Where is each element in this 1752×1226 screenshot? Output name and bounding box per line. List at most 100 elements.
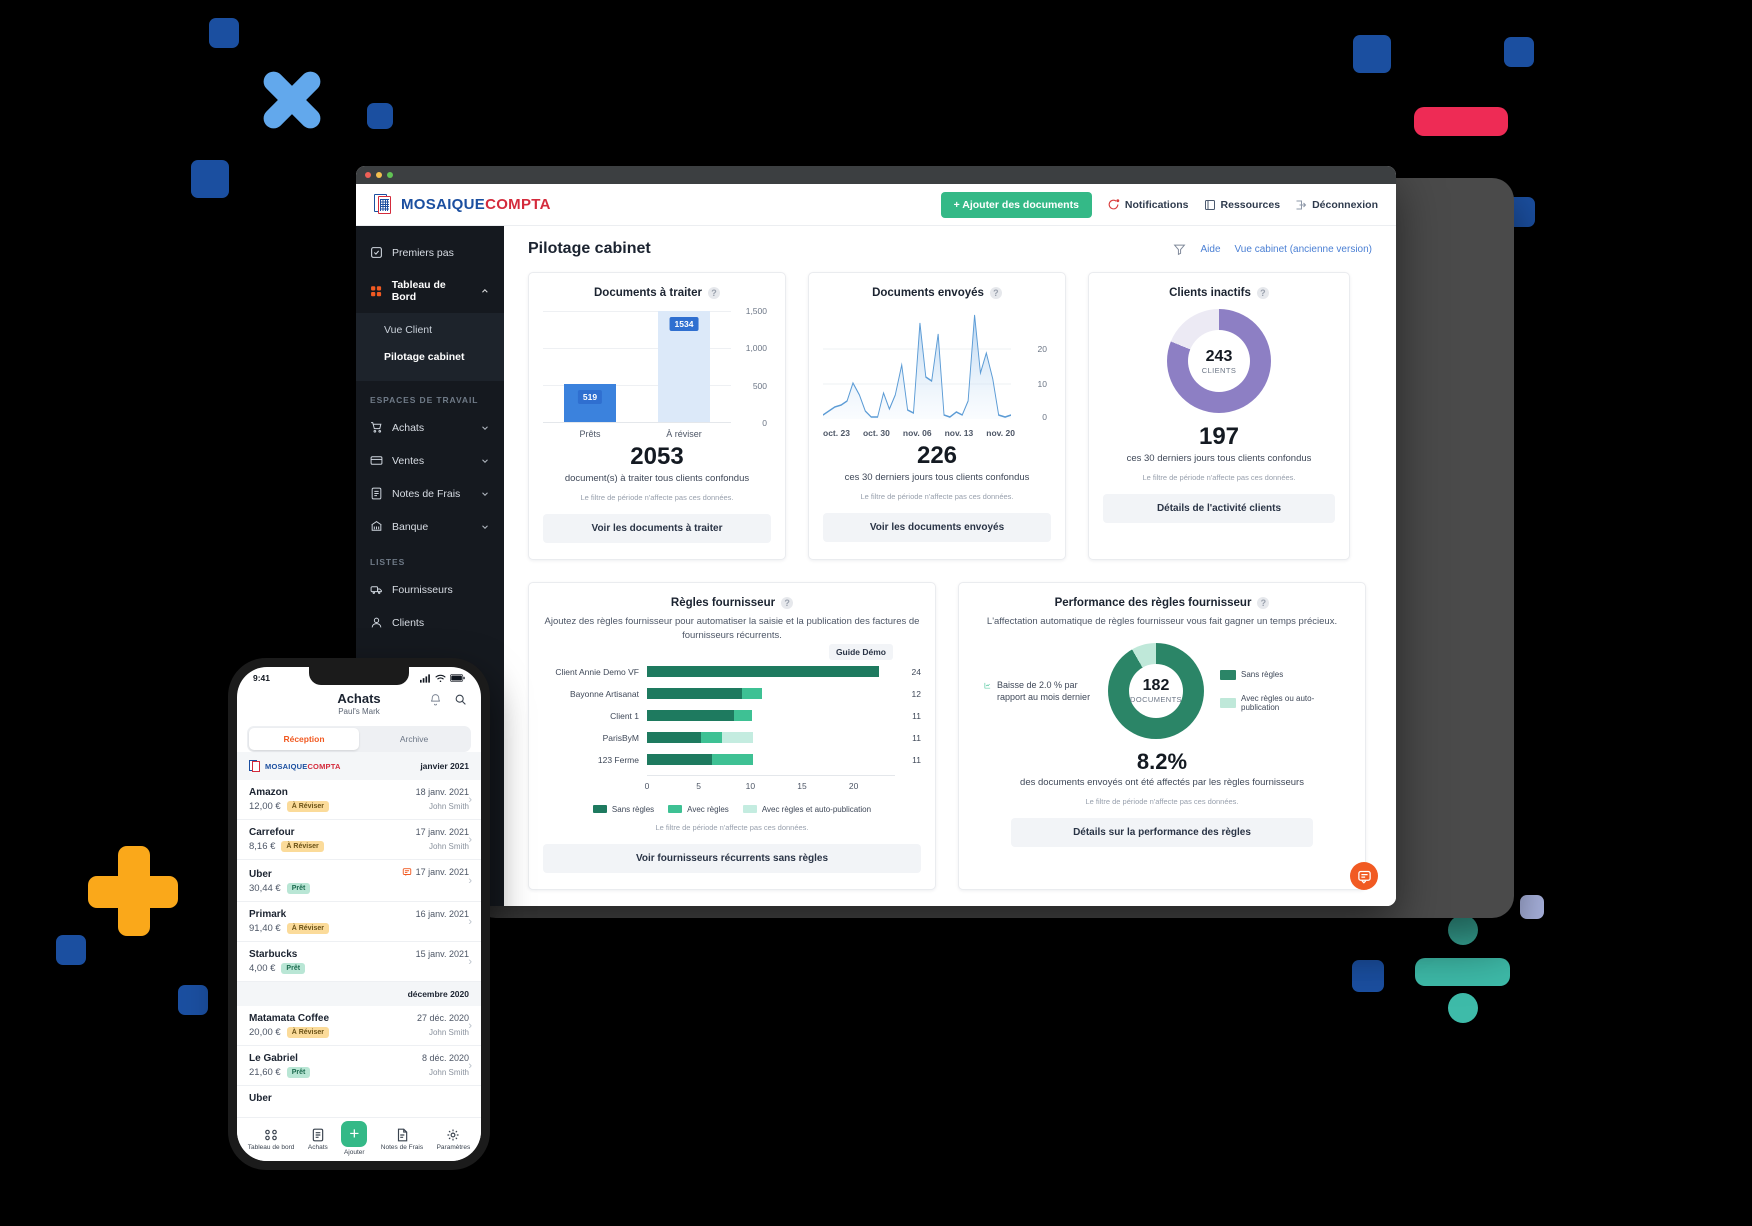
guide-demo-badge[interactable]: Guide Démo [828, 643, 893, 660]
x-tick: 5 [696, 780, 701, 791]
sidebar-item-notes-de-frais[interactable]: Notes de Frais [356, 477, 504, 510]
filter-icon[interactable] [1173, 243, 1186, 256]
bar-row[interactable]: Client 1 11 [543, 705, 921, 727]
view-documents-sent-button[interactable]: Voir les documents envoyés [823, 513, 1051, 542]
view-recurring-suppliers-button[interactable]: Voir fournisseurs récurrents sans règles [543, 843, 921, 873]
app-logo[interactable]: MOSAIQUECOMPTA [374, 193, 551, 217]
help-icon[interactable]: ? [1256, 287, 1269, 299]
amount: 91,40 € [249, 923, 281, 934]
list-item[interactable]: Amazon 18 janv. 2021 12,00 € À Réviser J… [237, 780, 481, 820]
help-icon[interactable]: ? [708, 287, 720, 299]
list-item[interactable]: Starbucks 15 janv. 2021 4,00 € Prêt › [237, 942, 481, 982]
sidebar-item-premiers-pas[interactable]: Premiers pas [356, 236, 504, 269]
tabbar-item-notes-de-frais[interactable]: Notes de Frais [381, 1128, 423, 1151]
merchant-name: Starbucks [249, 949, 298, 960]
maximize-icon[interactable] [387, 172, 393, 178]
bar-a-reviser[interactable]: 1534 [658, 311, 710, 422]
legend-label: Avec règles et auto-publication [761, 804, 872, 814]
deco-pill [1414, 107, 1508, 136]
bar-chart-x-axis: 0 5 10 15 20 [543, 774, 921, 791]
bar-row[interactable]: Bayonne Artisanat 12 [543, 683, 921, 705]
chat-bubble-icon [1357, 870, 1371, 884]
chevron-right-icon: › [468, 833, 472, 846]
list-item[interactable]: Carrefour 17 janv. 2021 8,16 € À Réviser… [237, 820, 481, 860]
check-square-icon [371, 247, 382, 258]
sidebar-item-tableau-de-bord[interactable]: Tableau de Bord [356, 269, 504, 313]
truck-icon [370, 586, 382, 595]
donut-ring[interactable]: 243 CLIENTS [1167, 309, 1271, 413]
add-documents-button[interactable]: + Ajouter des documents [940, 191, 1092, 218]
legend-label: Sans règles [611, 804, 655, 814]
rules-performance-details-button[interactable]: Détails sur la performance des règles [1010, 817, 1314, 847]
bar-chart-plot: 519 1534 [543, 311, 731, 423]
legend-item: Avec règles [668, 805, 729, 814]
y-tick: 10 [1037, 378, 1047, 389]
sidebar-item-fournisseurs[interactable]: Fournisseurs [356, 573, 504, 606]
list-item[interactable]: Uber 17 janv. 2021 30,44 € Prêt › [237, 860, 481, 902]
list-item[interactable]: Le Gabriel 8 déc. 2020 21,60 € Prêt John… [237, 1046, 481, 1086]
tab-reception[interactable]: Réception [249, 728, 359, 750]
sidebar-item-clients[interactable]: Clients [356, 606, 504, 639]
help-link[interactable]: Aide [1200, 244, 1220, 255]
tabbar-item-achats[interactable]: Achats [308, 1128, 328, 1151]
help-icon[interactable]: ? [781, 597, 794, 609]
tabbar-item-ajouter[interactable]: + Ajouter [341, 1120, 368, 1156]
sidebar-item-vue-client[interactable]: Vue Client [356, 317, 504, 343]
month-header-january: MOSAIQUECOMPTA janvier 2021 [237, 752, 481, 780]
donut-performance[interactable]: 182 DOCUMENTS [1108, 642, 1204, 739]
sidebar-item-pilotage-cabinet[interactable]: Pilotage cabinet [356, 343, 504, 371]
client-activity-details-button[interactable]: Détails de l'activité clients [1103, 494, 1335, 523]
horizontal-bar-chart: Guide Démo Client Annie Demo VF 24 Bayon… [543, 643, 921, 791]
help-icon[interactable]: ? [1257, 597, 1270, 609]
notifications-button[interactable]: Notifications [1107, 198, 1189, 211]
list-item[interactable]: Matamata Coffee 27 déc. 2020 20,00 € À R… [237, 1006, 481, 1046]
legend-label: Avec règles [687, 804, 729, 814]
kpi-value: 197 [1198, 423, 1240, 450]
deco-square [191, 160, 229, 198]
assigned-user: John Smith [428, 1068, 469, 1077]
assigned-user: John Smith [428, 802, 469, 811]
chat-fab-button[interactable] [1350, 862, 1378, 890]
month-header-december: décembre 2020 [237, 982, 481, 1006]
amount: 21,60 € [249, 1067, 281, 1078]
x-label: nov. 13 [944, 428, 974, 438]
legend-label: Avec règles ou auto-publication [1241, 693, 1315, 712]
sidebar-item-achats[interactable]: Achats [356, 411, 504, 444]
close-icon[interactable] [365, 172, 371, 178]
bar-value-label: 1534 [669, 317, 699, 331]
bar-track [647, 666, 895, 678]
logout-button[interactable]: Déconnexion [1295, 199, 1378, 211]
list-item[interactable]: Uber [237, 1086, 481, 1111]
tabbar-item-dashboard[interactable]: Tableau de bord [248, 1128, 294, 1151]
bar-total: 11 [912, 754, 921, 765]
x-label: À réviser [666, 429, 702, 439]
bar-prets[interactable]: 519 [564, 383, 616, 422]
help-icon[interactable]: ? [989, 287, 1002, 299]
bar-track [647, 688, 895, 700]
wifi-icon [435, 674, 446, 682]
chevron-up-icon [482, 289, 488, 293]
search-icon[interactable] [454, 693, 467, 706]
sidebar-item-banque[interactable]: Banque [356, 510, 504, 543]
transaction-date: 27 déc. 2020 [416, 1013, 469, 1023]
tabbar-item-parametres[interactable]: Paramètres [437, 1128, 470, 1151]
chevron-right-icon: › [468, 874, 472, 887]
old-cabinet-view-link[interactable]: Vue cabinet (ancienne version) [1235, 244, 1373, 255]
bar-row[interactable]: Client Annie Demo VF 24 [543, 661, 921, 683]
main-content: Pilotage cabinet Aide Vue cabinet (ancie… [504, 226, 1396, 906]
bell-icon[interactable] [429, 693, 442, 706]
list-item[interactable]: Primark 16 janv. 2021 91,40 € À Réviser … [237, 902, 481, 942]
view-documents-to-process-button[interactable]: Voir les documents à traiter [543, 514, 771, 543]
bar-row[interactable]: ParisByM 11 [543, 727, 921, 749]
merchant-name: Primark [249, 909, 287, 920]
bar-row[interactable]: 123 Ferme 11 [543, 749, 921, 771]
y-tick: 1,000 [745, 343, 767, 354]
kpi-percent: 8.2% [1136, 748, 1188, 774]
minimize-icon[interactable] [376, 172, 382, 178]
transaction-date: 17 janv. 2021 [415, 827, 469, 837]
sidebar-item-ventes[interactable]: Ventes [356, 444, 504, 477]
bar-total: 24 [911, 666, 921, 677]
tab-archive[interactable]: Archive [359, 728, 469, 750]
resources-button[interactable]: Ressources [1204, 199, 1280, 211]
card-documents-envoyes: Documents envoyés ? 20 10 0 oct. 23 oct.… [808, 272, 1066, 560]
